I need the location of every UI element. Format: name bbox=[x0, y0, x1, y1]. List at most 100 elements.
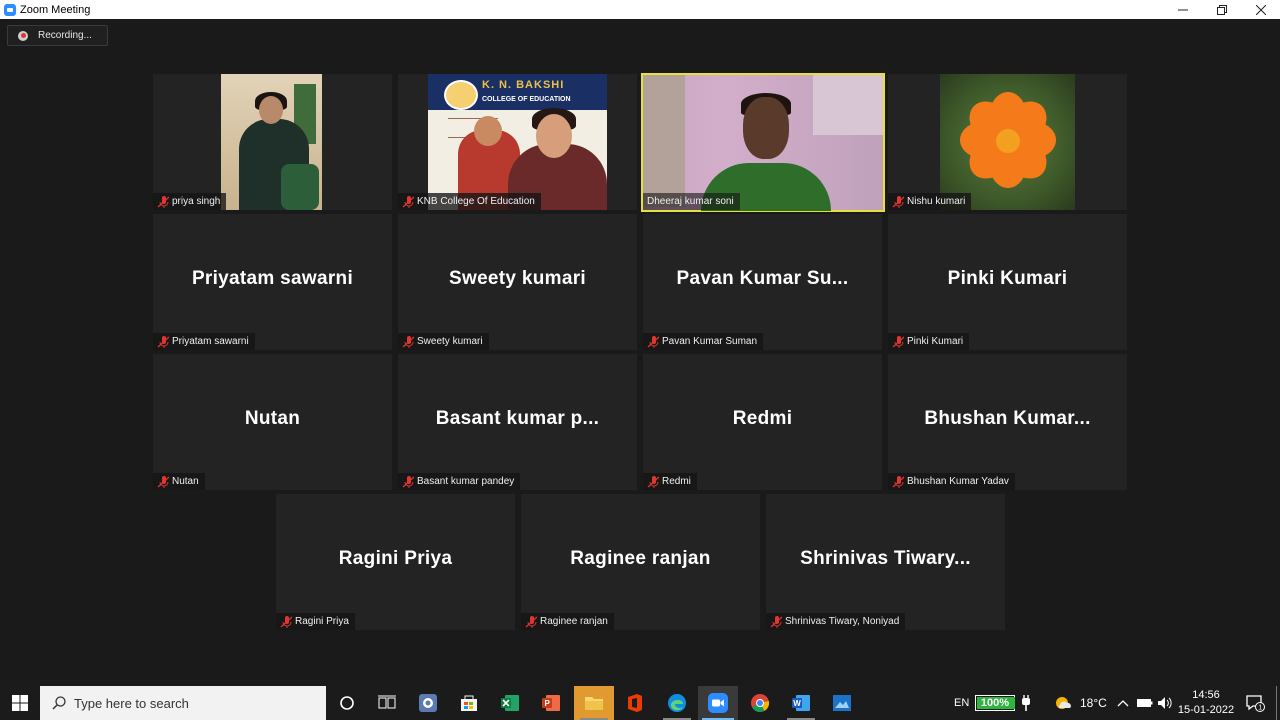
close-icon bbox=[1255, 4, 1266, 15]
recording-indicator[interactable]: Recording... bbox=[7, 25, 108, 46]
taskbar-clock[interactable]: 14:56 15-01-2022 bbox=[1176, 688, 1236, 718]
participant-display-name: Bhushan Kumar... bbox=[924, 408, 1091, 429]
participant-tile[interactable]: Bhushan Kumar... Bhushan Kumar Yadav bbox=[888, 354, 1127, 490]
participant-name: Nishu kumari bbox=[907, 196, 966, 207]
participant-name-tag: Bhushan Kumar Yadav bbox=[888, 473, 1015, 490]
taskbar-word[interactable]: W bbox=[781, 686, 821, 720]
participant-tile[interactable]: Pavan Kumar Su... Pavan Kumar Suman bbox=[643, 214, 882, 350]
svg-text:W: W bbox=[793, 699, 801, 708]
participant-name: Basant kumar pandey bbox=[417, 476, 515, 487]
taskbar-chrome[interactable] bbox=[740, 686, 780, 720]
participant-tile-priya-singh[interactable]: priya singh bbox=[153, 74, 392, 210]
muted-mic-icon bbox=[156, 195, 170, 209]
action-center-button[interactable]: 1 bbox=[1240, 686, 1270, 720]
cortana-icon bbox=[340, 696, 354, 710]
participant-name-tag: Sweety kumari bbox=[398, 333, 489, 350]
chrome-icon bbox=[751, 694, 770, 713]
taskbar-search-box[interactable]: Type here to search bbox=[40, 686, 326, 720]
muted-mic-icon bbox=[646, 475, 660, 489]
temperature-label: 18°C bbox=[1080, 696, 1107, 710]
svg-text:P: P bbox=[545, 699, 551, 708]
participant-name-tag: Nutan bbox=[153, 473, 205, 490]
participant-name: Raginee ranjan bbox=[540, 616, 608, 627]
participant-name-tag: Dheeraj kumar soni bbox=[643, 193, 740, 210]
muted-mic-icon bbox=[524, 615, 538, 629]
plug-icon bbox=[1022, 695, 1030, 711]
input-language[interactable]: EN bbox=[954, 686, 969, 720]
window-controls bbox=[1163, 0, 1280, 19]
power-plug bbox=[1020, 686, 1032, 720]
battery-tray[interactable] bbox=[1137, 686, 1153, 720]
battery-indicator[interactable]: 100% bbox=[975, 695, 1015, 711]
taskbar-edge[interactable] bbox=[657, 686, 697, 720]
participant-name-tag: Priyatam sawarni bbox=[153, 333, 255, 350]
taskbar-zoom[interactable] bbox=[698, 686, 738, 720]
show-hidden-icons-button[interactable] bbox=[1117, 686, 1129, 720]
participant-display-name: Basant kumar p... bbox=[435, 408, 600, 429]
windows-taskbar: Type here to search P W EN 100% 18°C 14:… bbox=[0, 686, 1280, 720]
task-view-button[interactable] bbox=[367, 686, 407, 720]
taskbar-store[interactable] bbox=[449, 686, 489, 720]
muted-mic-icon bbox=[401, 475, 415, 489]
participant-tile[interactable]: Basant kumar p... Basant kumar pandey bbox=[398, 354, 637, 490]
participant-name: Pinki Kumari bbox=[907, 336, 964, 347]
participant-display-name: Shrinivas Tiwary... bbox=[800, 548, 971, 569]
participant-tile[interactable]: Sweety kumari Sweety kumari bbox=[398, 214, 637, 350]
participant-tile[interactable]: Pinki Kumari Pinki Kumari bbox=[888, 214, 1127, 350]
clock-time: 14:56 bbox=[1192, 689, 1220, 701]
participant-name: KNB College Of Education bbox=[417, 196, 535, 207]
participant-tile[interactable]: Priyatam sawarni Priyatam sawarni bbox=[153, 214, 392, 350]
muted-mic-icon bbox=[891, 335, 905, 349]
participant-tile[interactable]: Nutan Nutan bbox=[153, 354, 392, 490]
show-desktop-divider[interactable] bbox=[1276, 686, 1277, 720]
notification-count: 1 bbox=[1258, 705, 1262, 712]
zoom-app-icon bbox=[4, 3, 16, 16]
participant-tile-nishu-kumari[interactable]: Nishu kumari bbox=[888, 74, 1127, 210]
participant-display-name: Raginee ranjan bbox=[570, 548, 711, 569]
taskbar-powerpoint[interactable]: P bbox=[531, 686, 571, 720]
photos-icon bbox=[833, 695, 851, 711]
close-button[interactable] bbox=[1241, 0, 1280, 19]
search-icon bbox=[52, 696, 66, 710]
participant-tile[interactable]: Raginee ranjan Raginee ranjan bbox=[521, 494, 760, 630]
participant-name: Ragini Priya bbox=[295, 616, 349, 627]
language-label: EN bbox=[954, 697, 970, 709]
volume-button[interactable] bbox=[1157, 686, 1173, 720]
maximize-button[interactable] bbox=[1202, 0, 1241, 19]
participant-name: Nutan bbox=[172, 476, 199, 487]
college-banner-title: K. N. BAKSHI bbox=[482, 79, 565, 91]
participant-name-tag: KNB College Of Education bbox=[398, 193, 541, 210]
participant-tile-knb-college[interactable]: K. N. BAKSHI COLLEGE OF EDUCATION KNB Co… bbox=[398, 74, 637, 210]
participant-name-tag: Pinki Kumari bbox=[888, 333, 970, 350]
store-icon bbox=[461, 695, 477, 711]
word-icon: W bbox=[792, 695, 810, 711]
participant-name: Redmi bbox=[662, 476, 691, 487]
taskbar-file-explorer[interactable] bbox=[574, 686, 614, 720]
participant-video bbox=[221, 74, 322, 210]
taskbar-photos[interactable] bbox=[822, 686, 862, 720]
participant-name-tag: Shrinivas Tiwary, Noniyad bbox=[766, 613, 906, 630]
taskbar-excel[interactable] bbox=[490, 686, 530, 720]
muted-mic-icon bbox=[646, 335, 660, 349]
sun-cloud-icon bbox=[1056, 697, 1071, 709]
taskbar-app-settings[interactable] bbox=[408, 686, 448, 720]
cortana-button[interactable] bbox=[327, 686, 367, 720]
participant-tile[interactable]: Ragini Priya Ragini Priya bbox=[276, 494, 515, 630]
muted-mic-icon bbox=[891, 195, 905, 209]
college-logo bbox=[444, 80, 478, 110]
windows-logo-icon bbox=[12, 695, 28, 711]
minimize-button[interactable] bbox=[1163, 0, 1202, 19]
minimize-icon bbox=[1177, 9, 1188, 10]
start-button[interactable] bbox=[0, 686, 40, 720]
muted-mic-icon bbox=[156, 475, 170, 489]
participant-tile-dheeraj-active-speaker[interactable]: Dheeraj kumar soni bbox=[641, 73, 885, 212]
participant-display-name: Nutan bbox=[244, 408, 301, 429]
participant-name-tag: priya singh bbox=[153, 193, 227, 210]
battery-icon bbox=[1137, 699, 1153, 707]
participant-tile[interactable]: Redmi Redmi bbox=[643, 354, 882, 490]
muted-mic-icon bbox=[279, 615, 293, 629]
participant-tile[interactable]: Shrinivas Tiwary... Shrinivas Tiwary, Non… bbox=[766, 494, 1005, 630]
participant-name-tag: Ragini Priya bbox=[276, 613, 355, 630]
weather-widget[interactable]: 18°C bbox=[1054, 686, 1107, 720]
taskbar-office[interactable] bbox=[615, 686, 655, 720]
